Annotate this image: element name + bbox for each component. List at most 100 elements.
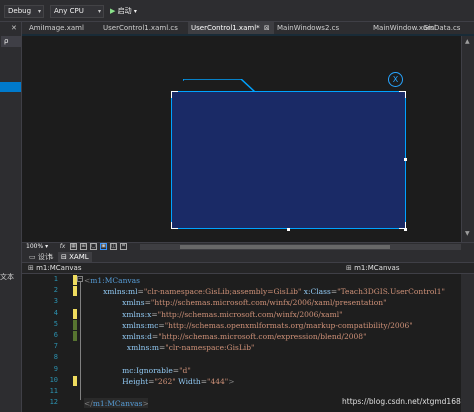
code-token: "clr-namespace:GisLib;assembly=GisLib" <box>143 287 302 297</box>
designer-vertical-scrollbar[interactable]: ▲ ▼ <box>461 36 474 242</box>
code-token: "http://schemas.openxmlformats.org/marku… <box>164 320 413 330</box>
code-token: Width <box>175 376 201 386</box>
scroll-up-icon[interactable]: ▲ <box>465 38 470 45</box>
selected-tree-item[interactable] <box>0 82 21 92</box>
tab-label: UserControl1.xaml.cs <box>103 24 178 32</box>
code-line: xmlns:ml="clr-namespace:GisLib;assembly=… <box>84 286 445 297</box>
start-button[interactable]: ▶ 启动 ▾ <box>110 5 140 18</box>
code-token: x:Class <box>301 287 331 297</box>
chevron-down-icon: ▾ <box>37 8 41 15</box>
solution-search-box[interactable]: ρ <box>1 36 21 47</box>
selection-corner <box>171 91 178 98</box>
line-number: 8 <box>53 353 58 362</box>
configuration-combo[interactable]: Debug ▾ <box>4 5 44 18</box>
collapse-icon[interactable]: − <box>77 276 83 282</box>
close-circle-icon[interactable]: X <box>388 72 403 87</box>
code-token: "Teach3DGIS.UserControl1" <box>337 287 445 297</box>
code-token: xmlns:ml <box>84 287 138 297</box>
pin-icon[interactable]: ⊠ <box>264 24 270 32</box>
line-number: 12 <box>49 398 58 407</box>
tab-xaml[interactable]: ⊟ XAML <box>58 252 92 262</box>
code-token: m1:MCanvas <box>92 399 143 409</box>
effects-icon[interactable]: ◫ <box>110 243 117 250</box>
swap-panes-icon[interactable]: ⇅ <box>48 252 54 262</box>
code-line: xmlns:x="http://schemas.microsoft.com/wi… <box>84 309 343 320</box>
close-glyph: X <box>392 75 399 84</box>
selection-corner <box>399 91 406 98</box>
code-line: xmlns="http://schemas.microsoft.com/winf… <box>84 297 387 308</box>
line-number: 6 <box>53 331 58 339</box>
side-text-label: 文本 <box>0 273 14 281</box>
scroll-down-icon[interactable]: ▼ <box>465 230 470 237</box>
code-token: xmlns:d <box>84 332 152 341</box>
code-token: "http://schemas.microsoft.com/winfx/2006… <box>157 309 343 319</box>
snap-gridlines-icon[interactable]: ⊞ <box>80 243 87 250</box>
code-token: "444" <box>207 376 229 386</box>
left-tool-strip <box>0 22 22 412</box>
line-number: 10 <box>49 375 58 384</box>
code-token: xmlns:mc <box>84 320 159 330</box>
platform-combo[interactable]: Any CPU ▾ <box>50 5 104 18</box>
tab-gisdata[interactable]: GisData.cs <box>420 22 474 34</box>
resize-handle-bottom[interactable] <box>287 228 290 231</box>
line-number: 3 <box>53 297 58 306</box>
code-icon[interactable]: ⌗ <box>120 243 127 250</box>
code-token: "262" <box>154 376 176 386</box>
resize-handle-corner[interactable] <box>404 228 407 231</box>
element-selector-right-value: m1:MCanvas <box>354 264 400 272</box>
change-indicator <box>73 308 77 319</box>
element-selector-right[interactable]: ⊞ m1:MCanvas <box>346 263 399 273</box>
code-token: "clr-namespace:GisLib" <box>165 343 255 353</box>
play-icon: ▶ <box>110 7 116 15</box>
code-token: xmlns:x <box>84 309 152 319</box>
code-line: mc:Ignorable="d" <box>84 365 191 376</box>
tab-usercontrol1-xaml[interactable]: UserControl1.xaml* ⊠ <box>188 22 274 34</box>
code-token: xmlns <box>84 298 145 308</box>
design-view-icon: ▭ <box>29 253 36 261</box>
tab-label: UserControl1.xaml* <box>191 24 260 32</box>
zoom-combo[interactable]: 100% ▾ <box>26 242 48 252</box>
code-token: "http://schemas.microsoft.com/expression… <box>158 332 367 341</box>
line-number: 2 <box>53 286 58 295</box>
element-selector-left[interactable]: ⊞ m1:MCanvas <box>28 263 81 273</box>
tab-label: MainWindows2.cs <box>277 24 340 32</box>
tab-label: AmiImage.xaml <box>29 24 84 32</box>
code-line: <m1:MCanvas <box>84 275 140 286</box>
element-selector-left-value: m1:MCanvas <box>36 264 82 272</box>
code-token: xmlns:m <box>84 343 159 353</box>
fx-button[interactable]: fx <box>59 243 66 250</box>
usercontrol-canvas[interactable] <box>171 91 406 229</box>
tab-amiimage[interactable]: AmiImage.xaml <box>26 22 100 34</box>
xaml-tab-label: XAML <box>69 253 89 261</box>
swap-glyph: ⇅ <box>48 253 54 261</box>
fx-label: fx <box>59 243 66 250</box>
change-indicator <box>73 286 77 297</box>
code-token: > <box>142 399 149 409</box>
code-line: Height="262" Width="444"> <box>84 376 234 387</box>
selection-corner <box>171 222 178 229</box>
artboard-icon[interactable]: ▢ <box>90 243 97 250</box>
horizontal-scroll-thumb[interactable] <box>180 245 390 249</box>
code-token: m1:MCanvas <box>90 276 140 285</box>
tab-mainwindows2[interactable]: MainWindows2.cs <box>274 22 344 34</box>
code-line: xmlns:mc="http://schemas.openxmlformats.… <box>84 320 413 331</box>
code-line: xmlns:d="http://schemas.microsoft.com/ex… <box>84 331 367 342</box>
element-selector-bar <box>22 262 474 274</box>
code-line: </m1:MCanvas> <box>84 398 149 409</box>
editor-vertical-scrollbar[interactable] <box>461 274 474 412</box>
chevron-down-icon: ▾ <box>133 8 137 15</box>
resize-handle-right[interactable] <box>404 158 407 161</box>
tab-mainwindow[interactable]: MainWindow.xaml <box>370 22 436 34</box>
close-icon[interactable]: ✕ <box>11 24 17 32</box>
configuration-value: Debug <box>8 7 32 15</box>
code-token: "http://schemas.microsoft.com/winfx/2006… <box>150 298 387 308</box>
snap-lines-icon[interactable]: ▣ <box>100 243 107 250</box>
tab-usercontrol1-cs[interactable]: UserControl1.xaml.cs <box>100 22 188 34</box>
element-icon: ⊞ <box>28 264 34 272</box>
change-indicator <box>73 319 77 330</box>
platform-value: Any CPU <box>54 7 84 15</box>
start-label: 启动 <box>117 7 132 15</box>
line-number: 1 <box>53 275 58 283</box>
grid-icon[interactable]: ▦ <box>70 243 77 250</box>
change-indicator <box>73 375 77 386</box>
